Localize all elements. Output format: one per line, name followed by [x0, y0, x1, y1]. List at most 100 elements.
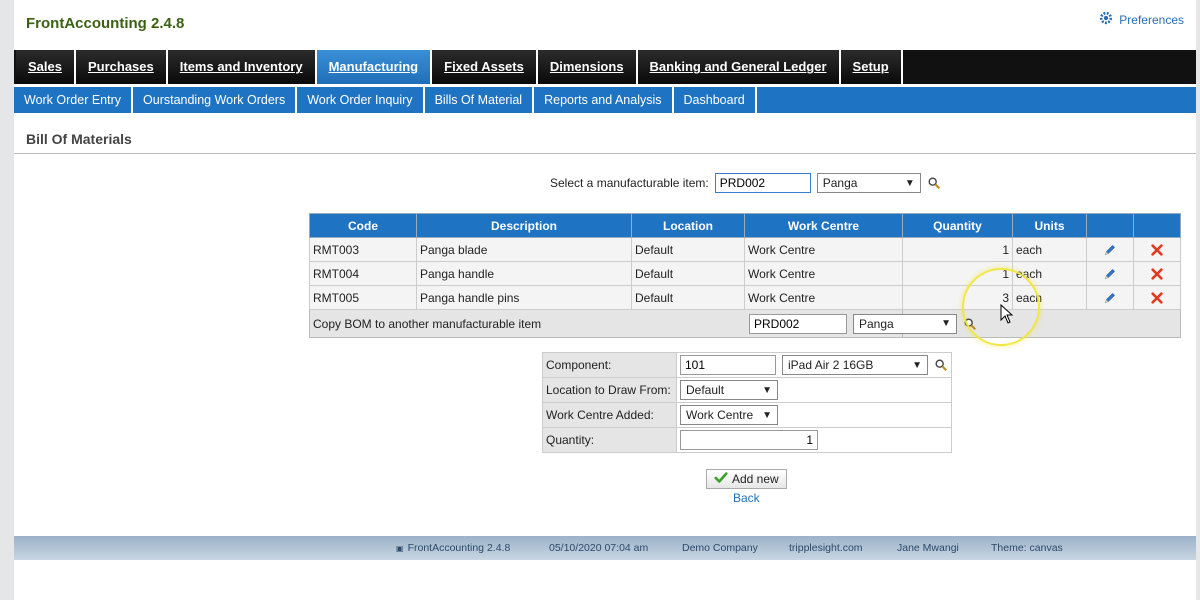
tab-purchases[interactable]: Purchases: [75, 50, 168, 84]
add-new-button[interactable]: Add new: [706, 469, 787, 489]
table-row: RMT004 Panga handle Default Work Centre …: [309, 261, 1181, 286]
row-description: Panga handle: [416, 261, 632, 286]
copy-bom-dropdown[interactable]: Panga ▼: [853, 313, 957, 334]
col-quantity: Quantity: [902, 213, 1013, 238]
search-icon[interactable]: [963, 317, 977, 331]
chevron-down-icon: ▼: [941, 318, 951, 329]
search-icon[interactable]: [927, 176, 941, 190]
row-description: Panga handle pins: [416, 285, 632, 310]
tab-setup[interactable]: Setup: [840, 50, 903, 84]
item-code-input[interactable]: [714, 173, 811, 193]
app-window: FrontAccounting 2.4.8 Preferences Sales …: [14, 0, 1196, 600]
location-row: Location to Draw From: Default ▼: [542, 377, 952, 403]
copy-bom-row: Copy BOM to another manufacturable item …: [309, 309, 1181, 338]
edit-button[interactable]: [1086, 261, 1134, 286]
table-header-row: Code Description Location Work Centre Qu…: [309, 213, 1181, 238]
subtab-dashboard[interactable]: Dashboard: [674, 87, 757, 113]
quantity-row: Quantity:: [542, 427, 952, 453]
component-code-input[interactable]: [680, 355, 776, 375]
tab-manufacturing[interactable]: Manufacturing: [316, 50, 433, 84]
preferences-link[interactable]: Preferences: [1099, 11, 1184, 28]
tab-sales[interactable]: Sales: [16, 50, 76, 84]
tab-dimensions[interactable]: Dimensions: [537, 50, 638, 84]
edit-button[interactable]: [1086, 237, 1134, 262]
component-dropdown[interactable]: iPad Air 2 16GB ▼: [782, 355, 928, 375]
pencil-icon: [1103, 290, 1117, 304]
item-select-row: Select a manufacturable item: Panga ▼: [550, 173, 941, 193]
footer-user: Jane Mwangi: [897, 542, 959, 554]
back-link[interactable]: Back: [733, 491, 760, 505]
footer-version[interactable]: ▣ FrontAccounting 2.4.8: [396, 542, 510, 554]
chevron-down-icon: ▼: [762, 409, 772, 421]
edit-button[interactable]: [1086, 285, 1134, 310]
row-quantity: 1: [902, 261, 1013, 286]
row-location: Default: [631, 285, 745, 310]
row-quantity: 1: [902, 237, 1013, 262]
quantity-label: Quantity:: [542, 427, 677, 453]
component-controls: iPad Air 2 16GB ▼: [676, 352, 952, 378]
delete-button[interactable]: [1133, 285, 1181, 310]
location-dropdown[interactable]: Default ▼: [680, 380, 778, 400]
component-form: Component: iPad Air 2 16GB ▼ Location to…: [542, 352, 952, 453]
location-label: Location to Draw From:: [542, 377, 677, 403]
row-units: each: [1012, 285, 1087, 310]
col-edit: [1086, 213, 1134, 238]
delete-x-icon: [1150, 266, 1164, 280]
delete-x-icon: [1150, 290, 1164, 304]
location-controls: Default ▼: [676, 377, 952, 403]
delete-button[interactable]: [1133, 261, 1181, 286]
footer: ▣ FrontAccounting 2.4.8 05/10/2020 07:04 …: [14, 536, 1196, 560]
tab-items-and-inventory[interactable]: Items and Inventory: [167, 50, 317, 84]
tab-banking-and-general-ledger[interactable]: Banking and General Ledger: [637, 50, 841, 84]
subtab-bills-of-material[interactable]: Bills Of Material: [425, 87, 535, 113]
component-row: Component: iPad Air 2 16GB ▼: [542, 352, 952, 378]
col-location: Location: [631, 213, 745, 238]
col-description: Description: [416, 213, 632, 238]
footer-version-text: FrontAccounting 2.4.8: [407, 542, 511, 554]
col-units: Units: [1012, 213, 1087, 238]
work-centre-dropdown[interactable]: Work Centre ▼: [680, 405, 778, 425]
item-select-label: Select a manufacturable item:: [550, 176, 709, 190]
small-logo-icon: ▣: [396, 544, 404, 553]
location-dropdown-value: Default: [686, 383, 725, 397]
row-description: Panga blade: [416, 237, 632, 262]
gear-icon: [1099, 11, 1113, 28]
header: FrontAccounting 2.4.8 Preferences: [14, 0, 1196, 48]
col-delete: [1133, 213, 1181, 238]
row-work-centre: Work Centre: [744, 261, 903, 286]
quantity-controls: [676, 427, 952, 453]
main-nav: Sales Purchases Items and Inventory Manu…: [14, 50, 1196, 84]
row-code: RMT004: [309, 261, 417, 286]
preferences-label: Preferences: [1119, 12, 1184, 27]
pencil-icon: [1103, 242, 1117, 256]
item-select-dropdown[interactable]: Panga ▼: [816, 173, 921, 193]
col-work-centre: Work Centre: [744, 213, 903, 238]
delete-x-icon: [1150, 242, 1164, 256]
subtab-outstanding-work-orders[interactable]: Ourstanding Work Orders: [133, 87, 298, 113]
delete-button[interactable]: [1133, 237, 1181, 262]
subtab-work-order-entry[interactable]: Work Order Entry: [14, 87, 134, 113]
copy-bom-controls: Panga ▼: [749, 309, 1181, 338]
component-dropdown-value: iPad Air 2 16GB: [788, 358, 874, 372]
copy-bom-dropdown-value: Panga: [859, 316, 894, 331]
pencil-icon: [1103, 266, 1117, 280]
row-quantity: 3: [902, 285, 1013, 310]
subtab-reports-and-analysis[interactable]: Reports and Analysis: [534, 87, 674, 113]
row-work-centre: Work Centre: [744, 237, 903, 262]
row-units: each: [1012, 261, 1087, 286]
subtab-work-order-inquiry[interactable]: Work Order Inquiry: [297, 87, 425, 113]
table-row: RMT003 Panga blade Default Work Centre 1…: [309, 237, 1181, 262]
quantity-input[interactable]: [680, 430, 818, 450]
bom-table: Code Description Location Work Centre Qu…: [309, 213, 1181, 338]
work-centre-label: Work Centre Added:: [542, 402, 677, 428]
table-row: RMT005 Panga handle pins Default Work Ce…: [309, 285, 1181, 310]
copy-bom-code-input[interactable]: [749, 313, 847, 334]
footer-company: Demo Company: [682, 542, 758, 554]
work-centre-row: Work Centre Added: Work Centre ▼: [542, 402, 952, 428]
add-new-label: Add new: [732, 472, 779, 486]
work-centre-controls: Work Centre ▼: [676, 402, 952, 428]
row-location: Default: [631, 261, 745, 286]
tab-fixed-assets[interactable]: Fixed Assets: [432, 50, 538, 84]
row-work-centre: Work Centre: [744, 285, 903, 310]
search-icon[interactable]: [934, 358, 948, 372]
